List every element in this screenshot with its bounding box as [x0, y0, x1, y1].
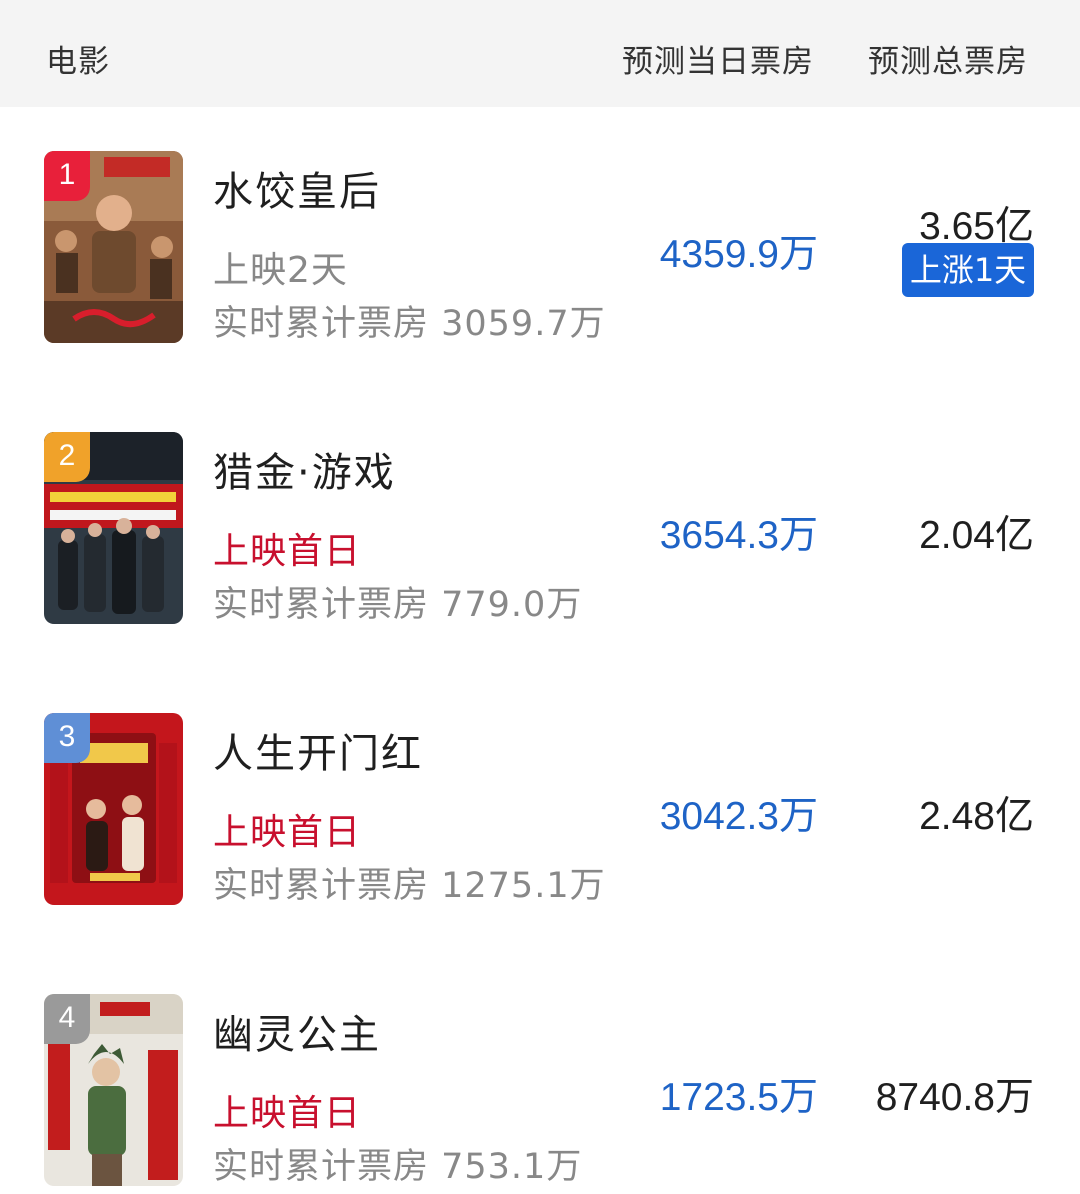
movie-row[interactable]: 4 幽灵公主 上映首日 实时累计票房 753.1万 1723.5万 8740.8…	[0, 994, 1080, 1194]
rank-badge: 2	[44, 432, 90, 482]
total-forecast: 2.48亿	[919, 795, 1034, 838]
daily-forecast: 1723.5万	[659, 1076, 818, 1119]
movie-poster[interactable]: 3	[44, 713, 183, 905]
total-forecast: 2.04亿	[919, 514, 1034, 557]
daily-forecast: 4359.9万	[659, 233, 818, 276]
cumulative-box-office: 实时累计票房 779.0万	[213, 585, 583, 625]
movie-poster[interactable]: 1	[44, 151, 183, 343]
movie-title[interactable]: 猎金·游戏	[213, 440, 396, 498]
daily-forecast: 3042.3万	[659, 795, 818, 838]
movie-poster[interactable]: 2	[44, 432, 183, 624]
cumulative-box-office: 实时累计票房 753.1万	[213, 1147, 583, 1187]
rank-badge: 4	[44, 994, 90, 1044]
release-status: 上映首日	[213, 812, 362, 853]
cumulative-box-office: 实时累计票房 3059.7万	[213, 304, 606, 344]
movie-row[interactable]: 3 人生开门红 上映首日 实时累计票房 1275.1万 3042.3万 2.48…	[0, 713, 1080, 913]
movie-row[interactable]: 1 水饺皇后 上映2天 实时累计票房 3059.7万 4359.9万 3.65亿…	[0, 151, 1080, 351]
daily-forecast: 3654.3万	[659, 514, 818, 557]
trend-badge: 上涨1天	[902, 243, 1034, 297]
column-header-movie: 电影	[46, 44, 110, 80]
column-header-daily-forecast[interactable]: 预测当日票房	[622, 36, 814, 81]
release-status: 上映首日	[213, 531, 362, 572]
movie-title[interactable]: 人生开门红	[213, 721, 423, 779]
rank-badge: 1	[44, 151, 90, 201]
table-header: 电影 预测当日票房 预测总票房	[0, 0, 1080, 107]
movie-poster[interactable]: 4	[44, 994, 183, 1186]
column-header-total-forecast[interactable]: 预测总票房	[868, 36, 1028, 81]
movie-title[interactable]: 水饺皇后	[213, 159, 381, 217]
release-status: 上映2天	[213, 250, 348, 291]
rank-badge: 3	[44, 713, 90, 763]
release-status: 上映首日	[213, 1093, 362, 1134]
movie-row[interactable]: 2 猎金·游戏 上映首日 实时累计票房 779.0万 3654.3万 2.04亿	[0, 432, 1080, 632]
total-forecast: 8740.8万	[875, 1076, 1034, 1119]
cumulative-box-office: 实时累计票房 1275.1万	[213, 866, 606, 906]
movie-title[interactable]: 幽灵公主	[213, 1002, 381, 1060]
